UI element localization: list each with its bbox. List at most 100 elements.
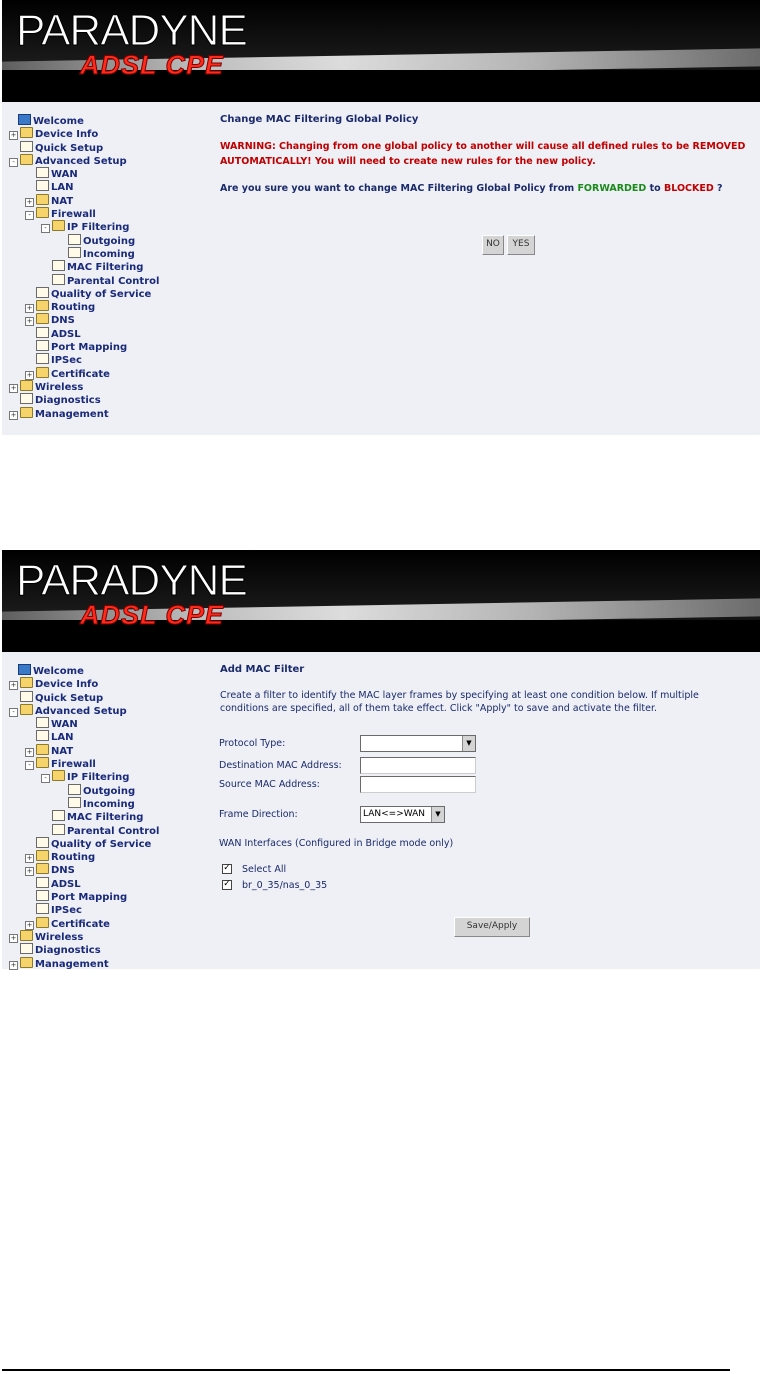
expand-icon[interactable]: + <box>25 197 34 207</box>
expand-icon[interactable]: + <box>25 304 34 314</box>
nav-item-routing[interactable]: + Routing <box>5 850 205 864</box>
screenshot-add-mac-filter: PARADYNE® ADSL CPE Welcome + Device Info Qu… <box>2 550 760 970</box>
expand-icon[interactable]: + <box>25 370 34 380</box>
page-icon <box>68 246 81 258</box>
nav-item-firewall[interactable]: - Firewall <box>5 207 205 221</box>
nav-item-label: Quick Setup <box>35 692 104 704</box>
nav-item-certificate[interactable]: + Certificate <box>5 366 205 380</box>
nav-item-diagnostics[interactable]: Diagnostics <box>5 943 205 956</box>
nav-item-ip-filtering[interactable]: - IP Filtering <box>5 770 205 784</box>
folder-icon <box>36 193 49 205</box>
yes-button[interactable]: YES <box>507 235 535 255</box>
main-panel: Welcome + Device Info Quick Setup - Advanced … <box>2 652 760 970</box>
nav-item-label: Routing <box>51 302 96 314</box>
collapse-icon[interactable]: - <box>25 761 34 771</box>
destination-mac-input[interactable] <box>360 757 476 774</box>
expand-icon[interactable]: + <box>25 317 34 327</box>
nav-item-label: WAN <box>51 719 78 731</box>
protocol-type-select[interactable]: ▼ <box>360 735 476 752</box>
nav-item-welcome[interactable]: Welcome <box>5 664 205 677</box>
expand-icon[interactable]: + <box>9 131 18 141</box>
nav-item-port-mapping[interactable]: Port Mapping <box>5 890 205 903</box>
expand-icon[interactable]: + <box>9 383 18 393</box>
nav-item-ip-filtering[interactable]: - IP Filtering <box>5 220 205 234</box>
nav-item-wan[interactable]: WAN <box>5 167 205 180</box>
nav-item-ipsec[interactable]: IPSec <box>5 903 205 916</box>
folder-icon <box>36 863 49 875</box>
nav-item-incoming[interactable]: Incoming <box>5 796 205 810</box>
collapse-icon[interactable]: - <box>41 224 50 234</box>
expand-icon[interactable]: + <box>9 410 18 420</box>
expand-icon[interactable]: + <box>9 681 18 691</box>
interface-checkbox[interactable]: ✓ <box>222 880 232 890</box>
nav-item-nat[interactable]: + NAT <box>5 743 205 757</box>
nav-item-diagnostics[interactable]: Diagnostics <box>5 393 205 406</box>
destination-mac-label: Destination MAC Address: <box>219 760 342 771</box>
save-apply-button[interactable]: Save/Apply <box>454 917 530 937</box>
nav-item-label: Welcome <box>33 116 84 127</box>
nav-item-lan[interactable]: LAN <box>5 180 205 193</box>
nav-item-lan[interactable]: LAN <box>5 730 205 743</box>
expand-icon[interactable]: + <box>9 960 18 970</box>
nav-item-mac-filtering[interactable]: MAC Filtering <box>5 260 205 273</box>
nav-item-routing[interactable]: + Routing <box>5 300 205 314</box>
expand-icon[interactable]: + <box>25 854 34 864</box>
nav-item-nat[interactable]: + NAT <box>5 193 205 207</box>
page-icon <box>52 260 65 272</box>
nav-item-label: IPSec <box>51 905 82 917</box>
nav-item-label: Advanced Setup <box>35 705 127 717</box>
folder-icon <box>36 313 49 325</box>
nav-item-management[interactable]: + Management <box>5 956 205 970</box>
nav-item-incoming[interactable]: Incoming <box>5 246 205 260</box>
source-mac-input[interactable] <box>360 776 476 793</box>
nav-item-quick-setup[interactable]: Quick Setup <box>5 690 205 704</box>
nav-item-label: Firewall <box>51 209 96 221</box>
collapse-icon[interactable]: - <box>25 211 34 221</box>
nav-item-quality-of-service[interactable]: Quality of Service <box>5 836 205 850</box>
nav-item-dns[interactable]: + DNS <box>5 313 205 327</box>
nav-item-ipsec[interactable]: IPSec <box>5 353 205 366</box>
nav-item-label: NAT <box>51 745 74 757</box>
nav-item-welcome[interactable]: Welcome <box>5 114 205 127</box>
brand-logo: PARADYNE® <box>16 550 254 606</box>
expand-icon[interactable]: + <box>25 920 34 930</box>
expand-icon[interactable]: + <box>9 933 18 943</box>
nav-item-advanced-setup[interactable]: - Advanced Setup <box>5 703 205 717</box>
nav-item-adsl[interactable]: ADSL <box>5 876 205 890</box>
nav-item-management[interactable]: + Management <box>5 406 205 420</box>
expand-icon[interactable]: + <box>25 867 34 877</box>
folder-icon <box>36 850 49 862</box>
nav-item-outgoing[interactable]: Outgoing <box>5 233 205 247</box>
nav-item-parental-control[interactable]: Parental Control <box>5 823 205 837</box>
frame-direction-select[interactable]: LAN<=>WAN ▼ <box>360 806 445 823</box>
nav-item-mac-filtering[interactable]: MAC Filtering <box>5 810 205 823</box>
nav-item-quality-of-service[interactable]: Quality of Service <box>5 286 205 300</box>
nav-item-certificate[interactable]: + Certificate <box>5 916 205 930</box>
nav-item-adsl[interactable]: ADSL <box>5 326 205 340</box>
nav-item-wireless[interactable]: + Wireless <box>5 379 205 393</box>
collapse-icon[interactable]: - <box>41 774 50 784</box>
nav-item-label: NAT <box>51 195 74 207</box>
nav-item-outgoing[interactable]: Outgoing <box>5 783 205 797</box>
header-banner: PARADYNE® ADSL CPE <box>2 550 760 652</box>
nav-item-firewall[interactable]: - Firewall <box>5 757 205 771</box>
expand-icon[interactable]: + <box>25 747 34 757</box>
folder-icon <box>36 300 49 312</box>
nav-item-port-mapping[interactable]: Port Mapping <box>5 340 205 353</box>
page-title: Change MAC Filtering Global Policy <box>220 114 419 125</box>
page-icon <box>68 783 81 795</box>
nav-item-device-info[interactable]: + Device Info <box>5 127 205 141</box>
collapse-icon[interactable]: - <box>9 157 18 167</box>
page-icon <box>20 140 33 152</box>
nav-item-parental-control[interactable]: Parental Control <box>5 273 205 287</box>
select-all-checkbox[interactable]: ✓ <box>222 864 232 874</box>
nav-item-dns[interactable]: + DNS <box>5 863 205 877</box>
collapse-icon[interactable]: - <box>9 707 18 717</box>
nav-item-advanced-setup[interactable]: - Advanced Setup <box>5 153 205 167</box>
nav-item-wireless[interactable]: + Wireless <box>5 929 205 943</box>
nav-item-device-info[interactable]: + Device Info <box>5 677 205 691</box>
nav-item-wan[interactable]: WAN <box>5 717 205 730</box>
no-button[interactable]: NO <box>482 235 504 255</box>
nav-item-quick-setup[interactable]: Quick Setup <box>5 140 205 154</box>
folder-icon <box>36 916 49 928</box>
